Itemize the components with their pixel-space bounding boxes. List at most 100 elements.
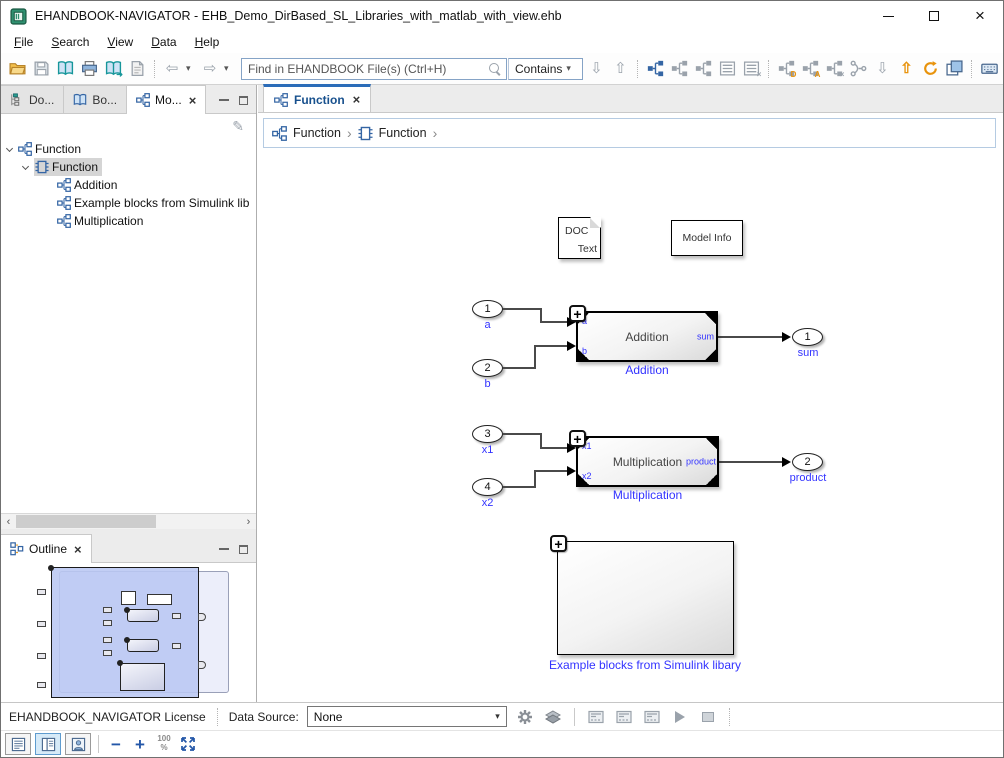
find-previous-button[interactable]: ⇧ — [609, 58, 631, 80]
calibration-clear-button[interactable] — [614, 707, 634, 727]
chevron-down-icon[interactable] — [22, 162, 29, 169]
zoom-reset-button[interactable]: 100 % — [154, 735, 174, 753]
panel-maximize-icon[interactable] — [239, 96, 248, 105]
show-data-button[interactable]: D — [775, 58, 797, 80]
print-button[interactable] — [78, 58, 100, 80]
remove-tree-button[interactable]: × — [823, 58, 845, 80]
pencil-icon[interactable]: ✎ — [232, 118, 244, 135]
caret-down-icon: ▾ — [186, 63, 196, 74]
find-input[interactable] — [248, 62, 487, 76]
zoom-out-button[interactable]: − — [106, 736, 126, 753]
tab-close-icon[interactable]: × — [353, 92, 361, 107]
outline-mini-example-block — [120, 663, 165, 691]
navigate-forward-button[interactable]: ⇨ — [199, 58, 221, 80]
tab-model[interactable]: Mo... × — [126, 85, 206, 114]
scrollbar-track[interactable] — [16, 514, 241, 529]
collapse-model-button[interactable] — [668, 58, 690, 80]
expand-addition-button[interactable]: + — [569, 305, 586, 322]
fit-to-view-button[interactable] — [178, 734, 198, 754]
menu-data[interactable]: Data — [142, 32, 185, 52]
scrollbar-thumb[interactable] — [16, 515, 156, 528]
data-source-dropdown[interactable]: None ▾ — [307, 706, 507, 727]
close-button[interactable]: × — [957, 1, 1003, 31]
zoom-in-button[interactable]: + — [130, 736, 150, 753]
diagram-canvas[interactable]: DOC Text Model Info 1 a 2 b 3 x1 4 x2 1 … — [258, 149, 1003, 702]
tree-item-example-blocks[interactable]: Example blocks from Simulink lib — [1, 194, 256, 212]
goto-parent-button[interactable] — [692, 58, 714, 80]
inport-3[interactable]: 3 — [472, 425, 503, 443]
panel-minimize-icon[interactable] — [219, 99, 229, 101]
expand-multiplication-button[interactable]: + — [569, 430, 586, 447]
start-measurement-button[interactable] — [670, 707, 690, 727]
tab-outline[interactable]: Outline × — [0, 534, 92, 563]
panel-minimize-icon[interactable] — [219, 548, 229, 550]
tree-item-subsystem[interactable]: Function — [1, 158, 256, 176]
addition-block[interactable]: Addition a b sum — [576, 311, 718, 362]
split-view-button[interactable] — [35, 733, 61, 755]
close-ehandbook-button[interactable]: ➜ — [102, 58, 124, 80]
tree-item-addition[interactable]: Addition — [1, 176, 256, 194]
branch-compare-button[interactable] — [847, 58, 869, 80]
model-info-block[interactable]: Model Info — [671, 220, 743, 256]
reload-model-button[interactable] — [919, 58, 941, 80]
stop-measurement-button[interactable] — [698, 707, 718, 727]
open-ehandbook-button[interactable] — [54, 58, 76, 80]
tab-books[interactable]: Bo... — [63, 85, 127, 113]
inport-4[interactable]: 4 — [472, 478, 503, 496]
data-settings-button[interactable] — [515, 707, 535, 727]
open-file-button[interactable] — [6, 58, 28, 80]
menu-help[interactable]: Help — [186, 32, 229, 52]
navigate-back-button[interactable]: ⇦ — [161, 58, 183, 80]
outline-thumbnail[interactable] — [1, 563, 256, 704]
contains-dropdown[interactable]: Contains ▾ — [508, 58, 583, 80]
navigate-forward-dropdown[interactable]: ▾ — [223, 58, 235, 80]
scroll-left-icon[interactable]: ‹ — [1, 514, 16, 529]
tab-documents[interactable]: Do... — [0, 85, 64, 113]
find-next-button[interactable]: ⇩ — [585, 58, 607, 80]
breadcrumb-item-subsystem[interactable]: Function — [379, 126, 427, 140]
export-button[interactable]: ⇧ — [895, 58, 917, 80]
tree-item-multiplication[interactable]: Multiplication — [1, 212, 256, 230]
maximize-button[interactable] — [911, 1, 957, 31]
tree-horizontal-scrollbar[interactable]: ‹ › — [1, 513, 256, 529]
inport-1[interactable]: 1 — [472, 300, 503, 318]
navigate-back-dropdown[interactable]: ▾ — [185, 58, 197, 80]
example-caption[interactable]: Example blocks from Simulink libary — [535, 658, 755, 672]
tab-close-icon[interactable]: × — [74, 542, 82, 557]
author-view-button[interactable] — [65, 733, 91, 755]
example-blocks-block[interactable] — [557, 541, 734, 655]
panel-maximize-icon[interactable] — [239, 545, 248, 554]
multiplication-block[interactable]: Multiplication x1 x2 product — [576, 436, 719, 487]
outport-sum[interactable]: 1 — [792, 328, 823, 346]
menu-view[interactable]: View — [98, 32, 142, 52]
calibration-sync-button[interactable] — [642, 707, 662, 727]
outport-product[interactable]: 2 — [792, 453, 823, 471]
tab-close-icon[interactable]: × — [189, 93, 197, 108]
show-annotations-button[interactable]: A — [799, 58, 821, 80]
window-layout-button[interactable] — [943, 58, 965, 80]
import-button[interactable]: ⇩ — [871, 58, 893, 80]
data-layers-button[interactable] — [543, 707, 563, 727]
show-list-button[interactable] — [716, 58, 738, 80]
multiplication-caption[interactable]: Multiplication — [576, 488, 719, 502]
addition-caption[interactable]: Addition — [576, 363, 718, 377]
scroll-right-icon[interactable]: › — [241, 514, 256, 529]
expand-example-button[interactable]: + — [550, 535, 567, 552]
inport-2[interactable]: 2 — [472, 359, 503, 377]
breadcrumb-item-function[interactable]: Function — [293, 126, 341, 140]
minimize-button[interactable] — [865, 1, 911, 31]
chevron-down-icon[interactable] — [6, 144, 13, 151]
calibration-view-button[interactable] — [586, 707, 606, 727]
outline-mini-plus — [117, 660, 123, 666]
doc-annotation-block[interactable]: DOC Text — [558, 217, 601, 259]
save-button[interactable] — [30, 58, 52, 80]
expand-model-button[interactable] — [644, 58, 666, 80]
single-page-view-button[interactable] — [5, 733, 31, 755]
tab-function[interactable]: Function × — [263, 84, 371, 112]
clear-list-button[interactable]: × — [740, 58, 762, 80]
tree-item-root[interactable]: Function — [1, 140, 256, 158]
keyboard-shortcuts-button[interactable] — [978, 58, 1000, 80]
menu-file[interactable]: File — [5, 32, 42, 52]
export-pdf-button[interactable] — [126, 58, 148, 80]
menu-search[interactable]: Search — [42, 32, 98, 52]
